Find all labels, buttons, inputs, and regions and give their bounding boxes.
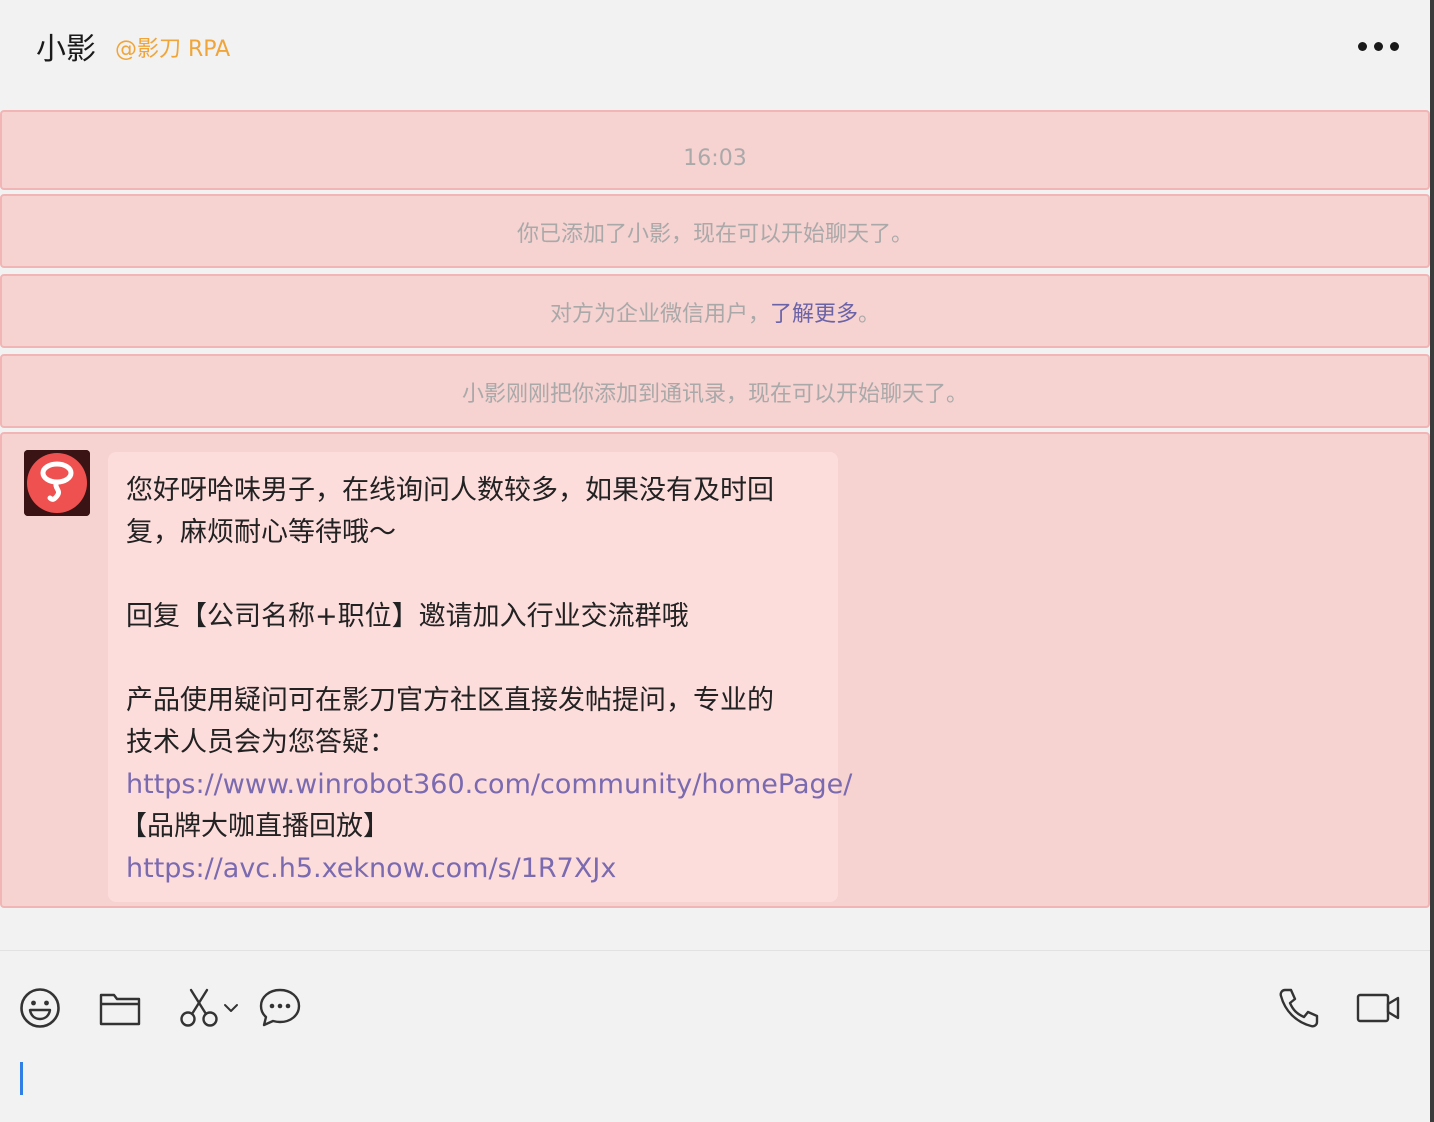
- emoji-icon: [20, 988, 60, 1028]
- message-line: 您好呀哈味男子，在线询问人数较多，如果没有及时回: [126, 475, 774, 506]
- phone-icon: [1279, 988, 1319, 1028]
- replay-link[interactable]: https://avc.h5.xeknow.com/s/1R7XJx: [126, 848, 820, 890]
- learn-more-link[interactable]: 了解更多: [770, 302, 858, 327]
- message-bubble[interactable]: 您好呀哈味男子，在线询问人数较多，如果没有及时回 复，麻烦耐心等待哦～ 回复【公…: [108, 452, 852, 902]
- system-message-text: 对方为企业微信用户，了解更多。: [2, 296, 1428, 328]
- system-message-text: 你已添加了小影，现在可以开始聊天了。: [516, 222, 913, 247]
- emoji-button[interactable]: [18, 986, 62, 1030]
- screenshot-button[interactable]: [178, 986, 244, 1030]
- scissors-icon: [180, 988, 238, 1027]
- message-row: 您好呀哈味男子，在线询问人数较多，如果没有及时回 复，麻烦耐心等待哦～ 回复【公…: [0, 432, 1430, 908]
- message-line: 【品牌大咖直播回放】: [120, 811, 390, 842]
- yingdao-logo-icon: [24, 450, 90, 516]
- timestamp: 16:03: [683, 146, 747, 171]
- community-link[interactable]: https://www.winrobot360.com/community/ho…: [126, 764, 852, 806]
- message-list[interactable]: 16:03 你已添加了小影，现在可以开始聊天了。 对方为企业微信用户，了解更多。…: [0, 106, 1430, 910]
- text-caret: [20, 1062, 23, 1095]
- message-line: 技术人员会为您答疑：: [126, 727, 396, 758]
- message-line: 回复【公司名称+职位】邀请加入行业交流群哦: [126, 601, 689, 632]
- more-horizontal-icon: [1357, 41, 1367, 51]
- file-button[interactable]: [98, 990, 142, 1028]
- system-message-suffix: 。: [858, 302, 881, 327]
- voice-call-button[interactable]: [1276, 986, 1320, 1030]
- chevron-down-icon: [224, 1004, 238, 1012]
- video-camera-icon: [1356, 993, 1400, 1023]
- system-message-text: 小影刚刚把你添加到通讯录，现在可以开始聊天了。: [461, 382, 968, 407]
- more-options-button[interactable]: [1354, 36, 1402, 56]
- quote-message-button[interactable]: [258, 986, 302, 1030]
- chat-header: 小影 @影刀 RPA: [0, 0, 1430, 104]
- video-call-button[interactable]: [1356, 990, 1402, 1026]
- chat-title: 小影: [36, 32, 96, 67]
- folder-icon: [99, 993, 141, 1026]
- system-message-wecom: 对方为企业微信用户，了解更多。: [0, 274, 1430, 348]
- chat-window: 小影 @影刀 RPA 16:03 你已添加了小影，现在可以开始聊天了。 对方为企…: [0, 0, 1434, 1122]
- system-message-prefix: 对方为企业微信用户，: [549, 302, 770, 327]
- chat-org-label: @影刀 RPA: [115, 37, 231, 62]
- timestamp-row: 16:03: [0, 110, 1430, 190]
- system-message-added: 你已添加了小影，现在可以开始聊天了。: [0, 194, 1430, 268]
- message-line: 产品使用疑问可在影刀官方社区直接发帖提问，专业的: [126, 685, 774, 716]
- system-message-contacts: 小影刚刚把你添加到通讯录，现在可以开始聊天了。: [0, 354, 1430, 428]
- avatar[interactable]: [24, 450, 90, 516]
- composer-divider: [0, 950, 1430, 951]
- message-line: 复，麻烦耐心等待哦～: [126, 517, 396, 548]
- window-edge: [1430, 0, 1434, 1122]
- chat-bubble-icon: [259, 988, 301, 1027]
- message-input[interactable]: [0, 1050, 1430, 1122]
